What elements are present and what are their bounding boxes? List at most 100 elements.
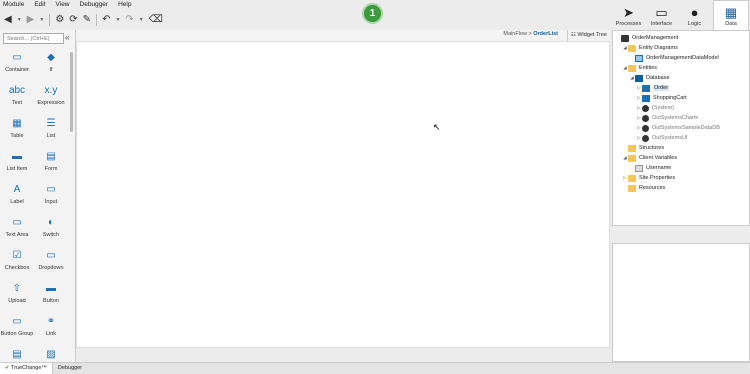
tree-node[interactable]: Username: [615, 163, 720, 173]
widget-icon: ◐: [47, 217, 55, 228]
toolbox-widget[interactable]: ▤ Form: [34, 149, 68, 182]
tree-node[interactable]: ◢ Entities: [615, 63, 720, 73]
widget-icon: ▬: [12, 151, 22, 162]
toolbox-widget[interactable]: ☰ List: [34, 116, 68, 149]
toolbox-widget[interactable]: ▨: [34, 347, 68, 362]
toolbox-widget[interactable]: ▭ Button Group: [0, 314, 34, 347]
tree-node-label: (System): [652, 105, 674, 111]
toolbox-widget[interactable]: x.y Expression: [34, 83, 68, 116]
refresh-icon[interactable]: ⟳: [69, 15, 77, 25]
back-dropdown-icon[interactable]: ▼: [17, 17, 22, 23]
tools-icon[interactable]: ✎: [83, 15, 91, 25]
toolbox-widget[interactable]: ⇧ Upload: [0, 281, 34, 314]
tree-node[interactable]: Structures: [615, 143, 720, 153]
tree-node[interactable]: ▷ (System): [615, 103, 720, 113]
toolbox-widget[interactable]: ☑ Checkbox: [0, 248, 34, 281]
widget-tree-label: Widget Tree: [577, 32, 607, 38]
mouse-cursor-icon: ↖: [433, 122, 441, 132]
breadcrumb: MainFlow > OrderList: [503, 31, 558, 37]
tree-node-label: OutSystemsUI: [652, 135, 688, 141]
toolbox-widget[interactable]: ▤: [0, 347, 34, 362]
toolbox-scrollbar[interactable]: [70, 52, 73, 132]
tree-node-label: Username: [646, 165, 672, 171]
breadcrumb-screen[interactable]: OrderList: [533, 31, 558, 37]
widget-icon: x.y: [44, 85, 58, 96]
widget-icon: ▤: [12, 349, 22, 360]
tree-node[interactable]: ◢ Entity Diagrams: [615, 43, 720, 53]
forward-icon[interactable]: ▶: [27, 15, 35, 25]
tree-node[interactable]: ◢ Client Variables: [615, 153, 720, 163]
menu-edit[interactable]: Edit: [34, 0, 45, 10]
settings-gear-icon[interactable]: ⚙: [55, 15, 64, 25]
tree-node-label: Entities: [639, 65, 658, 71]
toolbox-widget[interactable]: ◐ Switch: [34, 215, 68, 248]
tree-node[interactable]: ▷ OutSystemsUI: [615, 133, 720, 143]
tree-node-label: OrderManagement: [632, 35, 679, 41]
widget-label: Expression: [37, 100, 65, 106]
tree-node-label: Order: [653, 85, 670, 91]
tab-logic[interactable]: ● Logic: [678, 0, 711, 30]
toolbox-widget[interactable]: ▬ Button: [34, 281, 68, 314]
widget-label: Link: [45, 331, 57, 337]
undo-dropdown-icon[interactable]: ▼: [115, 17, 120, 23]
tree-node[interactable]: OrderManagementDataModel: [615, 53, 720, 63]
tree-node[interactable]: ▷ Order: [615, 83, 720, 93]
redo-dropdown-icon[interactable]: ▼: [139, 17, 144, 23]
tab-debugger[interactable]: Debugger: [53, 363, 87, 374]
toolbox-widget[interactable]: A Label: [0, 182, 34, 215]
ent-icon: [642, 94, 650, 102]
toolbox-widget[interactable]: ▭ Text Area: [0, 215, 34, 248]
widget-icon: ▭: [12, 52, 22, 63]
toolbox-widget[interactable]: ◆ If: [34, 50, 68, 83]
undo-icon[interactable]: ↶: [102, 15, 110, 25]
widget-icon: ▨: [46, 349, 56, 360]
widget-label: If: [49, 67, 53, 73]
panel-splitter[interactable]: [612, 226, 750, 243]
eraser-icon[interactable]: ⌫: [149, 15, 163, 25]
widget-icon: ▭: [12, 217, 22, 228]
tab-truechange[interactable]: ✔ TrueChange™: [0, 363, 53, 374]
circle-icon: [642, 124, 649, 132]
redo-icon[interactable]: ↷: [125, 15, 133, 25]
menu-module[interactable]: Module: [3, 0, 24, 10]
bottom-tab-bar: ✔ TrueChange™ Debugger: [0, 362, 750, 374]
tab-interface[interactable]: ▭ Interface: [645, 0, 678, 30]
widget-tree-button[interactable]: ☷ Widget Tree: [566, 30, 610, 41]
toolbox-widget[interactable]: ▦ Table: [0, 116, 34, 149]
tree-node[interactable]: OrderManagement: [615, 33, 720, 43]
truechange-status-icon: ✔: [5, 365, 10, 371]
menu-bar: Module Edit View Debugger Help: [0, 0, 600, 10]
circle-icon: [642, 114, 649, 122]
tree-node[interactable]: ▷ OutSystemsCharts: [615, 113, 720, 123]
toolbox-widget[interactable]: ▭ Input: [34, 182, 68, 215]
toolbox-widget[interactable]: abc Text: [0, 83, 34, 116]
tree-node[interactable]: ▷ Site Properties: [615, 173, 720, 183]
tree-node[interactable]: ▷ ShoppingCart: [615, 93, 720, 103]
publish-button[interactable]: 1: [362, 3, 383, 24]
widget-label: Button Group: [0, 331, 34, 337]
tree-node-label: Entity Diagrams: [639, 45, 678, 51]
tree-node[interactable]: ▷ OutSystemsSampleDataDB: [615, 123, 720, 133]
back-icon[interactable]: ◀: [4, 15, 12, 25]
breadcrumb-separator: >: [528, 31, 532, 37]
toolbox-widget[interactable]: ⚭ Link: [34, 314, 68, 347]
logic-icon: ●: [690, 5, 699, 20]
toolbox-widget[interactable]: ▭ Container: [0, 50, 34, 83]
tab-processes[interactable]: ➤ Processes: [612, 0, 645, 30]
tree-node[interactable]: Resources: [615, 183, 720, 193]
forward-dropdown-icon[interactable]: ▼: [39, 17, 44, 23]
menu-debugger[interactable]: Debugger: [80, 0, 109, 10]
tab-interface-label: Interface: [650, 21, 673, 27]
tab-data[interactable]: ▦ Data: [713, 0, 749, 30]
menu-help[interactable]: Help: [118, 0, 131, 10]
tree-node-label: OrderManagementDataModel: [646, 55, 719, 61]
toolbox-search-input[interactable]: [3, 33, 64, 44]
screen-canvas[interactable]: ↖: [76, 41, 610, 348]
toolbox-widget[interactable]: ▬ List Item: [0, 149, 34, 182]
ent-icon: [642, 84, 650, 92]
collapse-toolbox-icon[interactable]: «: [65, 33, 69, 42]
menu-view[interactable]: View: [56, 0, 70, 10]
toolbox-widget[interactable]: ▭ Dropdown: [34, 248, 68, 281]
tree-node[interactable]: ◢ Database: [615, 73, 720, 83]
breadcrumb-flow[interactable]: MainFlow: [503, 31, 527, 37]
